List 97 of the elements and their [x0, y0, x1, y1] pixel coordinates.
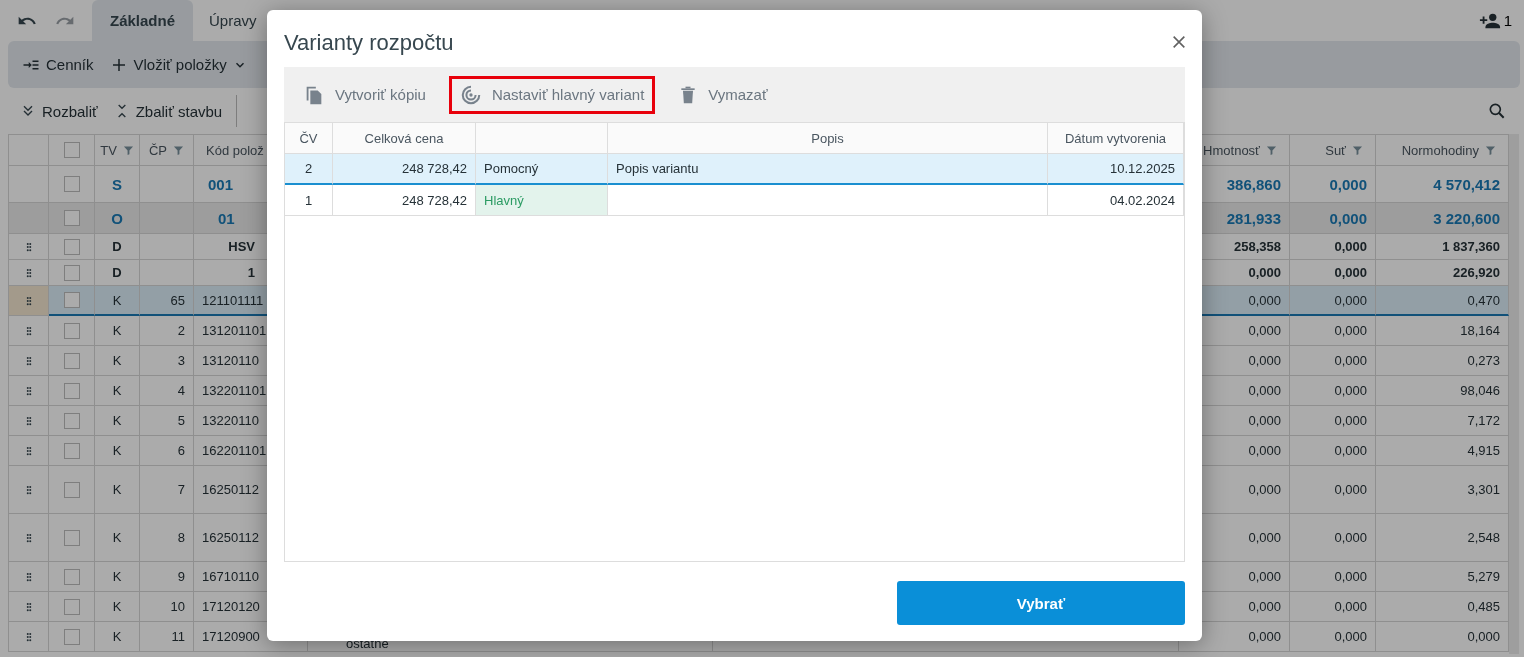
table-cell: 0,000: [1290, 406, 1376, 436]
table-cell: 4: [140, 376, 194, 406]
checkbox[interactable]: [63, 442, 80, 459]
table-cell: 0,000: [1290, 203, 1376, 234]
table-cell: 3: [140, 346, 194, 376]
table-cell: 0,000: [1290, 234, 1376, 260]
ribbon-tab[interactable]: Základné: [92, 0, 194, 41]
column-header: ČP: [148, 142, 168, 158]
table-cell: 6: [140, 436, 194, 466]
checkbox[interactable]: [63, 176, 80, 192]
table-cell: 0,000: [1290, 316, 1376, 346]
target-icon: [459, 83, 482, 106]
table-cell: K: [95, 562, 140, 592]
ribbon-tab[interactable]: Úpravy: [193, 0, 273, 41]
checkbox[interactable]: [63, 322, 80, 339]
table-cell: 0,000: [1290, 592, 1376, 622]
checkbox[interactable]: [63, 292, 80, 308]
table-cell: K: [95, 592, 140, 622]
search-icon: [1487, 101, 1507, 121]
table-cell: K: [95, 346, 140, 376]
table-cell: 04.02.2024: [1048, 185, 1184, 216]
filter-icon: [1352, 144, 1363, 156]
table-cell: K: [95, 376, 140, 406]
toolbar-button[interactable]: Vložiť položky: [101, 51, 255, 78]
column-header: Celková cena: [364, 130, 444, 146]
column-header: Popis: [811, 130, 844, 146]
table-cell: 5: [140, 406, 194, 436]
table-cell: [140, 203, 194, 234]
table-cell: 2: [140, 316, 194, 346]
table-cell: 11: [140, 622, 194, 652]
checkbox[interactable]: [63, 264, 80, 281]
table-cell: 0,000: [1290, 466, 1376, 514]
table-cell: 65: [140, 286, 194, 316]
table-cell: 10.12.2025: [1048, 154, 1184, 185]
filter-icon: [173, 144, 185, 156]
table-cell: 1: [285, 185, 333, 216]
checkbox[interactable]: [63, 481, 80, 498]
column-header: TV: [100, 142, 117, 158]
table-cell: 7: [140, 466, 194, 514]
column-header: Hmotnosť: [1203, 142, 1260, 158]
close-icon: [1171, 33, 1187, 50]
table-cell: K: [95, 466, 140, 514]
dialog-title: Varianty rozpočtu: [284, 28, 454, 56]
add-user-button[interactable]: 1: [1474, 9, 1516, 32]
column-header: Normohodiny: [1401, 142, 1479, 158]
table-cell: K: [95, 622, 140, 652]
filter-icon: [122, 144, 134, 156]
table-cell: Hlavný: [476, 185, 608, 216]
column-header: Kód polož: [206, 142, 264, 158]
toolbar-button[interactable]: Nastaviť hlavný variant: [448, 75, 656, 114]
table-cell: 0,000: [1290, 622, 1376, 652]
table-cell: K: [95, 286, 140, 316]
table-cell: O: [95, 203, 140, 234]
checkbox[interactable]: [63, 598, 80, 615]
table-cell: D: [95, 234, 140, 260]
select-button[interactable]: Vybrať: [897, 581, 1185, 625]
filter-icon: [1266, 144, 1277, 156]
toolbar-button[interactable]: Zbaliť stavbu: [105, 98, 231, 124]
table-cell: Popis variantu: [608, 154, 1048, 185]
checkbox[interactable]: [63, 382, 80, 399]
table-cell: 0,470: [1376, 286, 1509, 316]
checkbox[interactable]: [63, 568, 80, 585]
table-cell: 0,000: [1290, 286, 1376, 316]
table-cell: Pomocný: [476, 154, 608, 185]
column-header: ČV: [299, 130, 318, 146]
toolbar-button[interactable]: Cenník: [14, 51, 102, 78]
toolbar-button[interactable]: Vytvoriť kópiu: [292, 75, 437, 114]
table-cell: 10: [140, 592, 194, 622]
table-cell: 2: [285, 154, 333, 185]
scrollbar-track[interactable]: [1509, 134, 1519, 654]
table-cell: K: [95, 436, 140, 466]
table-cell: K: [95, 316, 140, 346]
table-cell: 248 728,42: [333, 154, 476, 185]
checkbox[interactable]: [63, 628, 80, 645]
checkbox[interactable]: [63, 412, 80, 429]
table-cell: [140, 234, 194, 260]
table-cell: 8: [140, 514, 194, 562]
table-cell: 0,000: [1290, 346, 1376, 376]
checkbox[interactable]: [63, 142, 80, 158]
table-cell: 3 220,600: [1376, 203, 1509, 234]
table-cell: 9: [140, 562, 194, 592]
table-cell-text: ostatné: [345, 636, 389, 651]
checkbox[interactable]: [63, 238, 80, 255]
checkbox[interactable]: [63, 529, 80, 546]
table-cell: K: [95, 514, 140, 562]
table-cell: 0,000: [1290, 436, 1376, 466]
table-cell: K: [95, 406, 140, 436]
table-cell: 0,000: [1290, 514, 1376, 562]
filter-icon: [1485, 144, 1496, 156]
checkbox[interactable]: [63, 352, 80, 369]
column-header: Suť: [1325, 142, 1346, 158]
table-cell: 0,000: [1290, 562, 1376, 592]
toolbar-button[interactable]: Vymazať: [667, 76, 779, 113]
toolbar-button[interactable]: Rozbaliť: [12, 98, 106, 124]
checkbox[interactable]: [63, 210, 80, 226]
table-cell: 0,000: [1290, 376, 1376, 406]
column-header: Dátum vytvorenia: [1064, 130, 1167, 146]
